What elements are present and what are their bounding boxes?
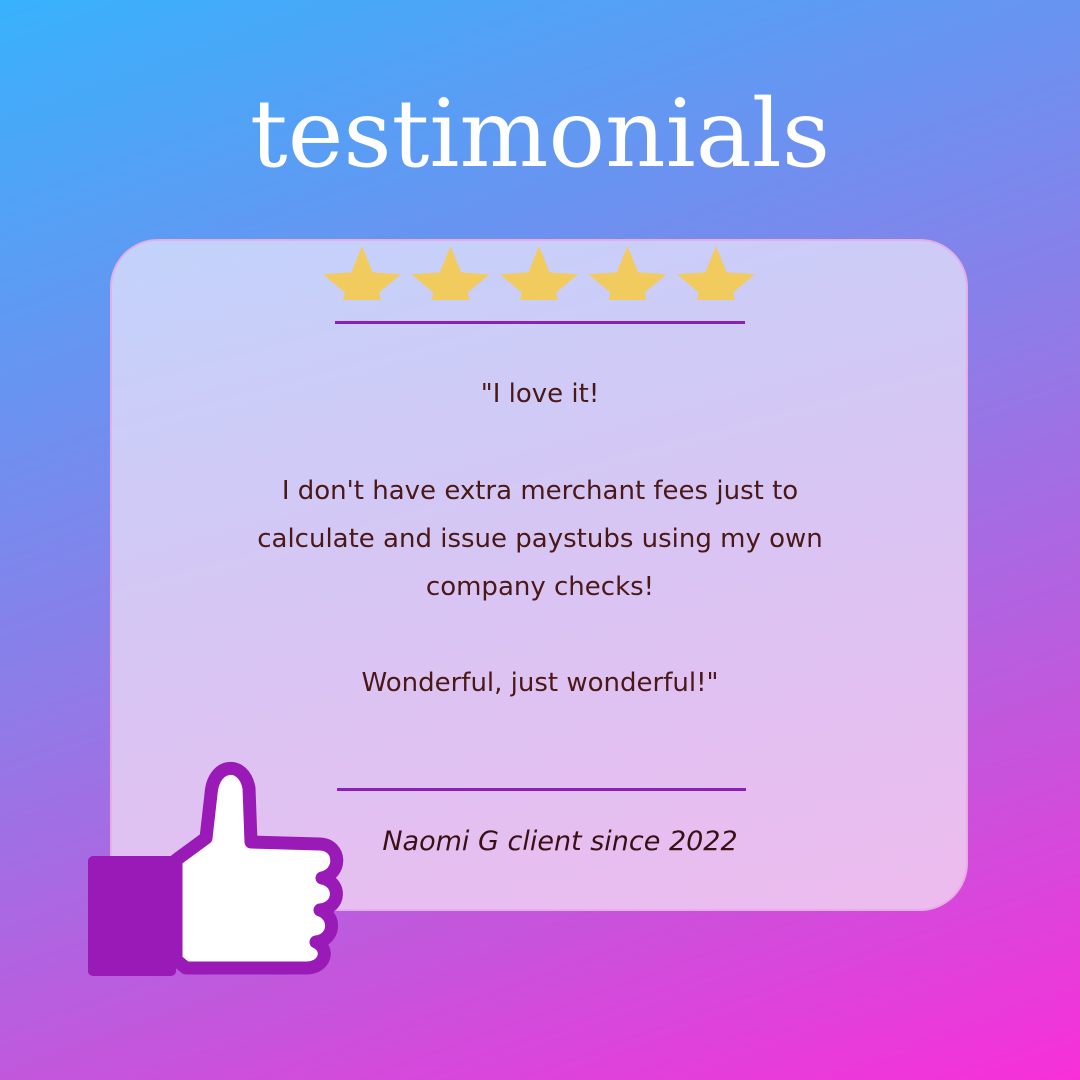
thumbs-up-icon [84,754,344,989]
bottom-divider [337,788,746,791]
star-icon [500,246,578,300]
star-rating [320,244,760,300]
attribution: Naomi G client since 2022 [382,826,738,857]
quote-line-3: Wonderful, just wonderful!" [361,668,719,698]
page-title: testimonials [249,80,831,189]
quote-paragraph-line-2: calculate and issue paystubs using my ow… [257,524,823,554]
star-icon [677,246,755,300]
star-icon [411,246,490,300]
quote-paragraph-line-1: I don't have extra merchant fees just to [281,476,799,506]
quote-line-1: "I love it! [480,379,600,409]
quote-paragraph-line-3: company checks! [425,572,655,602]
top-divider [335,321,745,324]
star-icon [588,246,667,300]
star-icon [323,246,401,300]
